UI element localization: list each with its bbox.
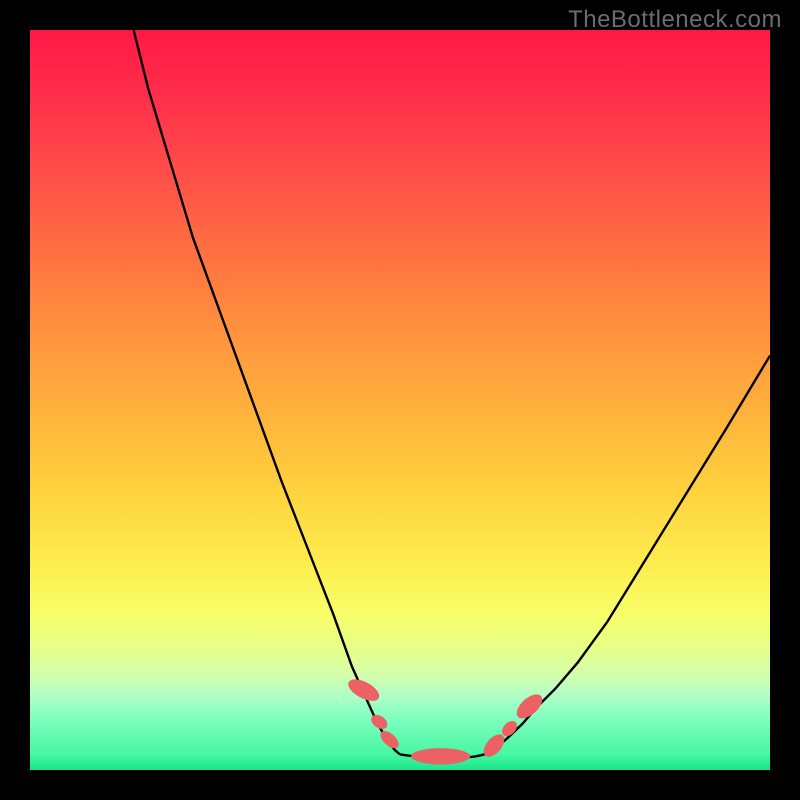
curve-layer <box>30 30 770 770</box>
curve-left-branch <box>134 30 400 754</box>
marker-dot <box>345 675 383 705</box>
chart-frame: TheBottleneck.com <box>0 0 800 800</box>
marker-dot <box>411 748 470 764</box>
marker-group <box>345 675 547 765</box>
marker-dot <box>513 690 547 723</box>
curve-right-branch <box>489 356 770 753</box>
bottleneck-plot <box>30 30 770 770</box>
watermark-text: TheBottleneck.com <box>568 6 782 34</box>
